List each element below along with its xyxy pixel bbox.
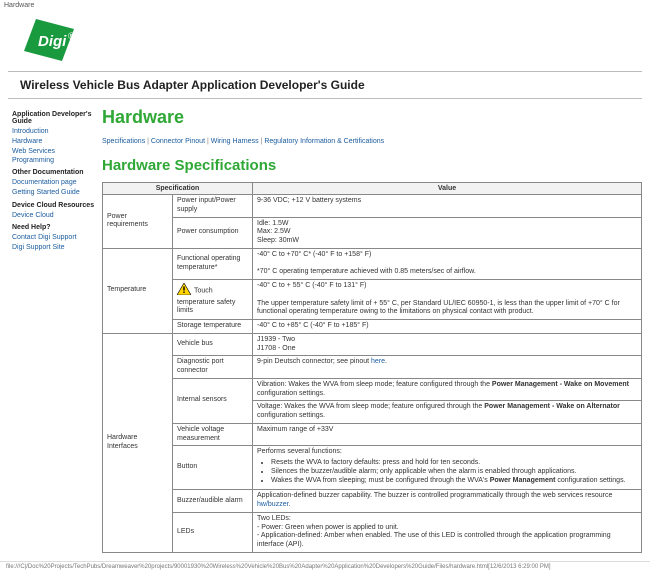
- spec-header-value: Value: [253, 183, 642, 195]
- table-row: Power consumptionIdle: 1.5WMax: 2.5WSlee…: [103, 217, 642, 248]
- spec-sub-cell: Button: [173, 446, 253, 490]
- quicklink[interactable]: Connector Pinout: [151, 138, 205, 145]
- spec-sub-cell: Functional operating temperature*: [173, 248, 253, 279]
- sidebar-link[interactable]: Digi Support Site: [12, 243, 96, 252]
- sidebar-link[interactable]: Contact Digi Support: [12, 233, 96, 242]
- spec-value-cell: Maximum range of +33V: [253, 423, 642, 446]
- warning-icon: [177, 283, 191, 299]
- footer-filepath: file:///C|/Doc%20Projects/TechPubs/Dream…: [0, 561, 650, 572]
- spec-group-cell: Hardware Interfaces: [103, 333, 173, 552]
- table-row: TemperatureFunctional operating temperat…: [103, 248, 642, 279]
- spec-table: Specification Value Power requirementsPo…: [102, 182, 642, 553]
- table-row: Internal sensorsVibration: Wakes the WVA…: [103, 378, 642, 423]
- doc-title: Wireless Vehicle Bus Adapter Application…: [20, 78, 365, 92]
- sidebar-group-title: Need Help?: [12, 224, 96, 231]
- sidebar-group-title: Other Documentation: [12, 169, 96, 176]
- spec-sub-cell: Vehicle bus: [173, 333, 253, 356]
- spec-header-specification: Specification: [103, 183, 253, 195]
- spec-group-cell: Power requirements: [103, 195, 173, 249]
- spec-sub-cell: Buzzer/audible alarm: [173, 490, 253, 513]
- digi-logo: Digi ®: [0, 11, 650, 67]
- svg-text:®: ®: [68, 31, 75, 41]
- sidebar-link[interactable]: Device Cloud: [12, 211, 96, 220]
- table-row: Vehicle voltage measurementMaximum range…: [103, 423, 642, 446]
- table-row: LEDsTwo LEDs:- Power: Green when power i…: [103, 512, 642, 552]
- sidebar-link[interactable]: Hardware: [12, 137, 96, 146]
- spec-value-cell: Idle: 1.5WMax: 2.5WSleep: 30mW: [253, 217, 642, 248]
- table-row: ButtonPerforms several functions:Resets …: [103, 446, 642, 490]
- main-content: Hardware Specifications | Connector Pino…: [102, 107, 642, 553]
- spec-value-cell: Two LEDs:- Power: Green when power is ap…: [253, 512, 642, 552]
- table-row: Touch temperature safety limits-40° C to…: [103, 280, 642, 320]
- spec-sub-cell: Internal sensors: [173, 378, 253, 423]
- sidebar-link[interactable]: Documentation page: [12, 178, 96, 187]
- spec-sub-cell: Touch temperature safety limits: [173, 280, 253, 320]
- table-row: Power requirementsPower input/Power supp…: [103, 195, 642, 218]
- spec-value-cell: Application-defined buzzer capability. T…: [253, 490, 642, 513]
- sidebar-link[interactable]: Introduction: [12, 127, 96, 136]
- corner-label: Hardware: [0, 0, 650, 11]
- doc-title-bar: Wireless Vehicle Bus Adapter Application…: [8, 71, 642, 99]
- spec-value-cell: Performs several functions:Resets the WV…: [253, 446, 642, 490]
- table-row: Hardware InterfacesVehicle busJ1939 - Tw…: [103, 333, 642, 356]
- spec-sub-cell: Power consumption: [173, 217, 253, 248]
- quicklink[interactable]: Specifications: [102, 138, 145, 145]
- spec-value-cell: Vibration: Wakes the WVA from sleep mode…: [253, 378, 642, 423]
- sidebar-link[interactable]: Web Services Programming: [12, 147, 96, 165]
- quicklinks-bar: Specifications | Connector Pinout | Wiri…: [102, 138, 642, 145]
- sidebar-link[interactable]: Getting Started Guide: [12, 188, 96, 197]
- spec-sub-cell: Storage temperature: [173, 320, 253, 334]
- sidebar-group-title: Device Cloud Resources: [12, 202, 96, 209]
- table-row: Diagnostic port connector9-pin Deutsch c…: [103, 356, 642, 379]
- svg-text:Digi: Digi: [38, 33, 67, 50]
- spec-group-cell: Temperature: [103, 248, 173, 333]
- spec-value-cell: -40° C to +85° C (-40° F to +185° F): [253, 320, 642, 334]
- spec-value-cell: 9-36 VDC; +12 V battery systems: [253, 195, 642, 218]
- sidebar-nav: Application Developer's Guide Introductio…: [12, 107, 102, 553]
- spec-value-cell: -40° C to + 55° C (-40° F to 131° F)The …: [253, 280, 642, 320]
- table-row: Buzzer/audible alarmApplication-defined …: [103, 490, 642, 513]
- spec-value-cell: J1939 - TwoJ1708 - One: [253, 333, 642, 356]
- quicklink[interactable]: Wiring Harness: [211, 138, 259, 145]
- spec-sub-cell: Diagnostic port connector: [173, 356, 253, 379]
- quicklink[interactable]: Regulatory Information & Certifications: [264, 138, 384, 145]
- table-row: Storage temperature-40° C to +85° C (-40…: [103, 320, 642, 334]
- spec-value-cell: 9-pin Deutsch connector; see pinout here…: [253, 356, 642, 379]
- section-heading-specs: Hardware Specifications: [102, 157, 642, 174]
- spec-sub-cell: LEDs: [173, 512, 253, 552]
- sidebar-group-title: Application Developer's Guide: [12, 111, 96, 125]
- spec-value-cell: -40° C to +70° C* (-40° F to +158° F)*70…: [253, 248, 642, 279]
- spec-sub-cell: Vehicle voltage measurement: [173, 423, 253, 446]
- spec-sub-cell: Power input/Power supply: [173, 195, 253, 218]
- page-title: Hardware: [102, 107, 642, 128]
